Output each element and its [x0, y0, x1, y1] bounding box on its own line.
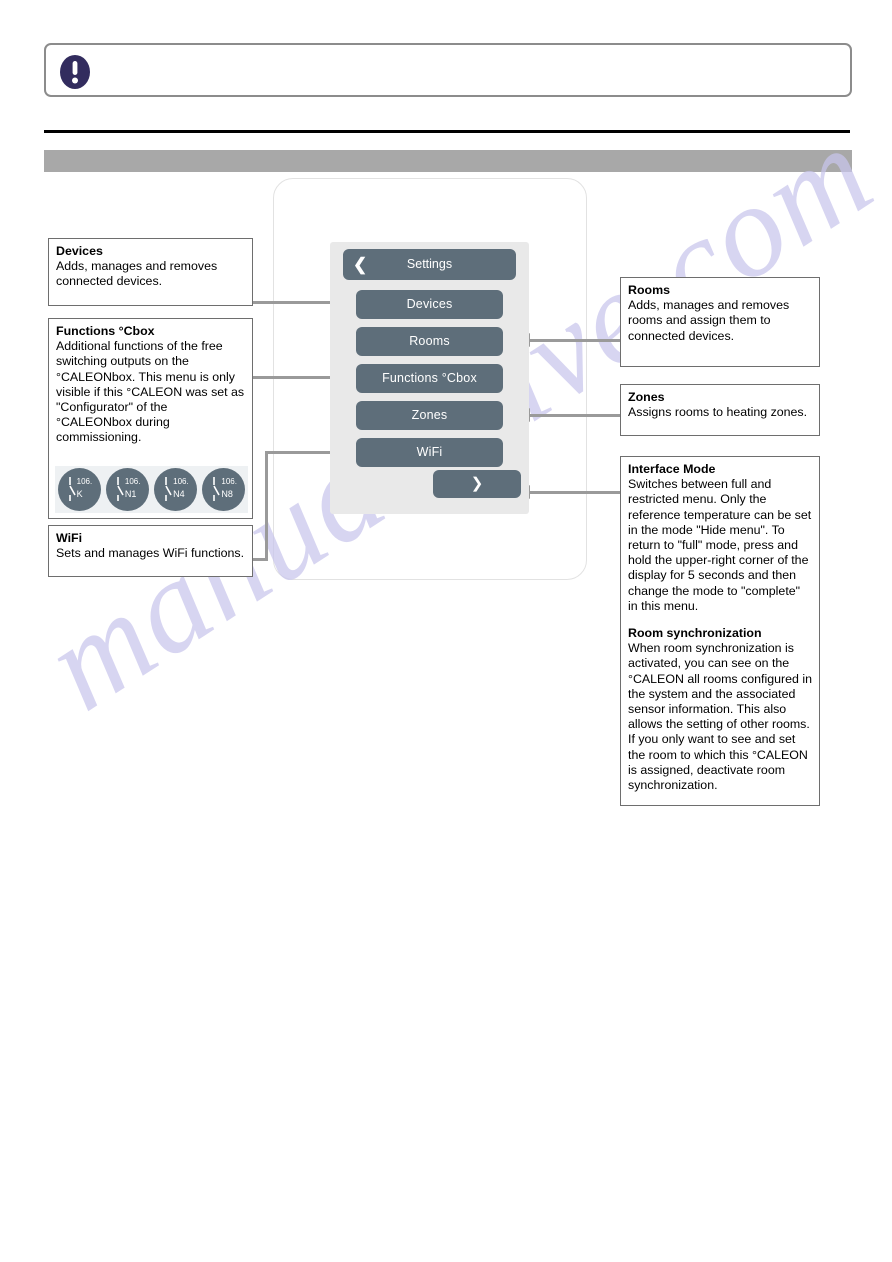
relay-badge-id: K: [76, 489, 83, 499]
relay-badge-id: N1: [124, 489, 137, 499]
callout-rooms-body: Adds, manages and removes rooms and assi…: [628, 298, 790, 343]
relay-badge-number: 106.: [173, 477, 189, 486]
relay-badge-number: 106.: [221, 477, 237, 486]
callout-wifi-title: WiFi: [56, 531, 83, 545]
callout-interface-mode-body: Switches between full and restricted men…: [628, 477, 812, 613]
relay-badge-number: 106.: [76, 477, 93, 486]
note-box: [44, 43, 852, 97]
callout-rooms: Rooms Adds, manages and removes rooms an…: [620, 277, 820, 367]
callout-devices-body: Adds, manages and removes connected devi…: [56, 259, 218, 289]
screen-title: Settings: [406, 257, 453, 271]
callout-room-sync-body: When room synchronization is activated, …: [628, 641, 813, 793]
callout-rooms-title: Rooms: [628, 283, 670, 297]
scroll-down-button[interactable]: ❯: [433, 470, 521, 498]
callout-functions-title: Functions °Cbox: [56, 324, 155, 338]
relay-badge-id: N4: [173, 489, 185, 499]
menu-button-functions[interactable]: Functions °Cbox: [356, 364, 503, 393]
section-bar: [44, 150, 852, 172]
relay-badge: 106. N1: [105, 468, 149, 511]
menu-button-devices[interactable]: Devices: [356, 290, 503, 319]
callout-interface-mode-title: Interface Mode: [628, 462, 716, 476]
horizontal-rule: [44, 130, 850, 133]
menu-button-wifi[interactable]: WiFi: [356, 438, 503, 467]
screen-header: ❮ Settings: [343, 249, 516, 280]
relay-badge-id: N8: [221, 489, 233, 499]
chevron-down-icon: ❯: [470, 475, 484, 492]
chevron-left-icon[interactable]: ❮: [353, 249, 367, 280]
device-screen: ❮ Settings Devices Rooms Functions °Cbox…: [330, 242, 529, 514]
callout-zones-body: Assigns rooms to heating zones.: [628, 405, 808, 420]
callout-devices-title: Devices: [56, 244, 103, 258]
relay-badge-number: 106.: [124, 477, 141, 486]
relay-badge: 106. N8: [202, 468, 246, 511]
relay-badge: 106. N4: [154, 468, 198, 511]
callout-wifi: WiFi Sets and manages WiFi functions.: [48, 525, 253, 577]
relay-badge-row: 106. K 106. N1 106. N4 106. N8: [55, 466, 248, 513]
callout-functions: Functions °Cbox Additional functions of …: [48, 318, 253, 519]
callout-devices: Devices Adds, manages and removes connec…: [48, 238, 253, 306]
callout-interface-mode: Interface Mode Switches between full and…: [620, 456, 820, 806]
callout-room-sync-title: Room synchronization: [628, 626, 762, 641]
callout-wifi-body: Sets and manages WiFi functions.: [56, 546, 245, 561]
menu-button-rooms[interactable]: Rooms: [356, 327, 503, 356]
exclamation-circle-icon: [60, 55, 90, 89]
callout-zones-title: Zones: [628, 390, 665, 404]
relay-badge: 106. K: [57, 468, 101, 511]
callout-functions-body: Additional functions of the free switchi…: [56, 339, 245, 445]
callout-zones: Zones Assigns rooms to heating zones.: [620, 384, 820, 436]
menu-button-zones[interactable]: Zones: [356, 401, 503, 430]
